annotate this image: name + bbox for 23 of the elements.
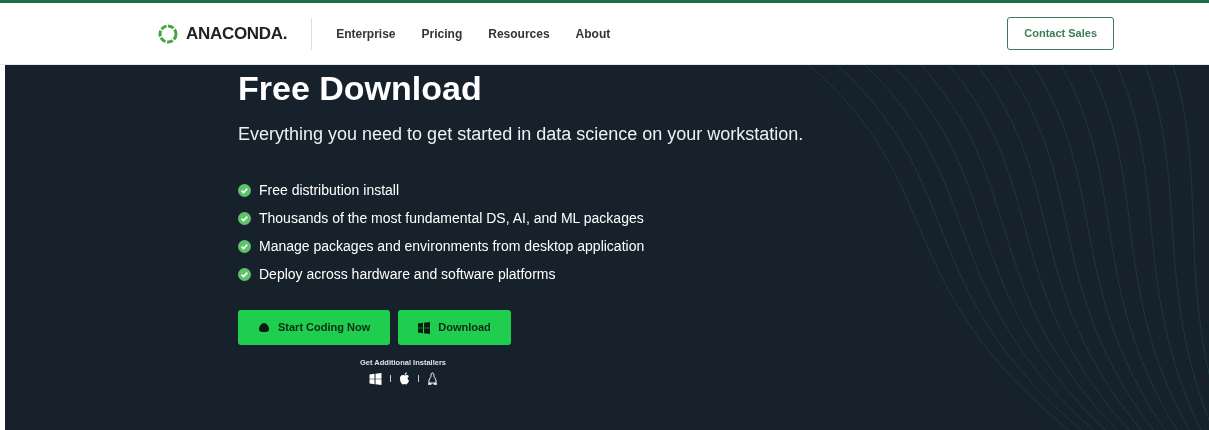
- nav-link[interactable]: Pricing: [421, 24, 463, 43]
- start-coding-button[interactable]: Start Coding Now: [238, 310, 391, 345]
- windows-icon: [418, 321, 431, 334]
- check-icon: [238, 183, 251, 197]
- nav-link[interactable]: Enterprise: [336, 24, 396, 43]
- check-icon: [238, 211, 251, 225]
- check-icon: [238, 267, 251, 281]
- feature-text: Deploy across hardware and software platforms: [259, 264, 556, 284]
- feature-text: Manage packages and environments from desktop application: [259, 236, 645, 256]
- windows-icon[interactable]: [368, 372, 382, 385]
- download-button[interactable]: Download: [398, 310, 511, 345]
- logo[interactable]: ANACONDA.: [158, 20, 288, 47]
- apple-icon[interactable]: [398, 372, 410, 386]
- penguin-icon[interactable]: [426, 372, 438, 386]
- contact-sales-button[interactable]: Contact Sales: [1007, 17, 1114, 50]
- feature-text: Free distribution install: [259, 180, 400, 200]
- nav-link[interactable]: About: [575, 24, 611, 43]
- feature-text: Thousands of the most fundamental DS, AI, and ML packages: [259, 208, 644, 228]
- cloud-icon: [258, 322, 270, 333]
- nav-link[interactable]: Resources: [488, 24, 550, 43]
- page-title: Free Download: [238, 68, 483, 105]
- subtitle: Everything you need to get started in data science on your workstation.: [238, 123, 805, 146]
- check-icon: [238, 239, 251, 253]
